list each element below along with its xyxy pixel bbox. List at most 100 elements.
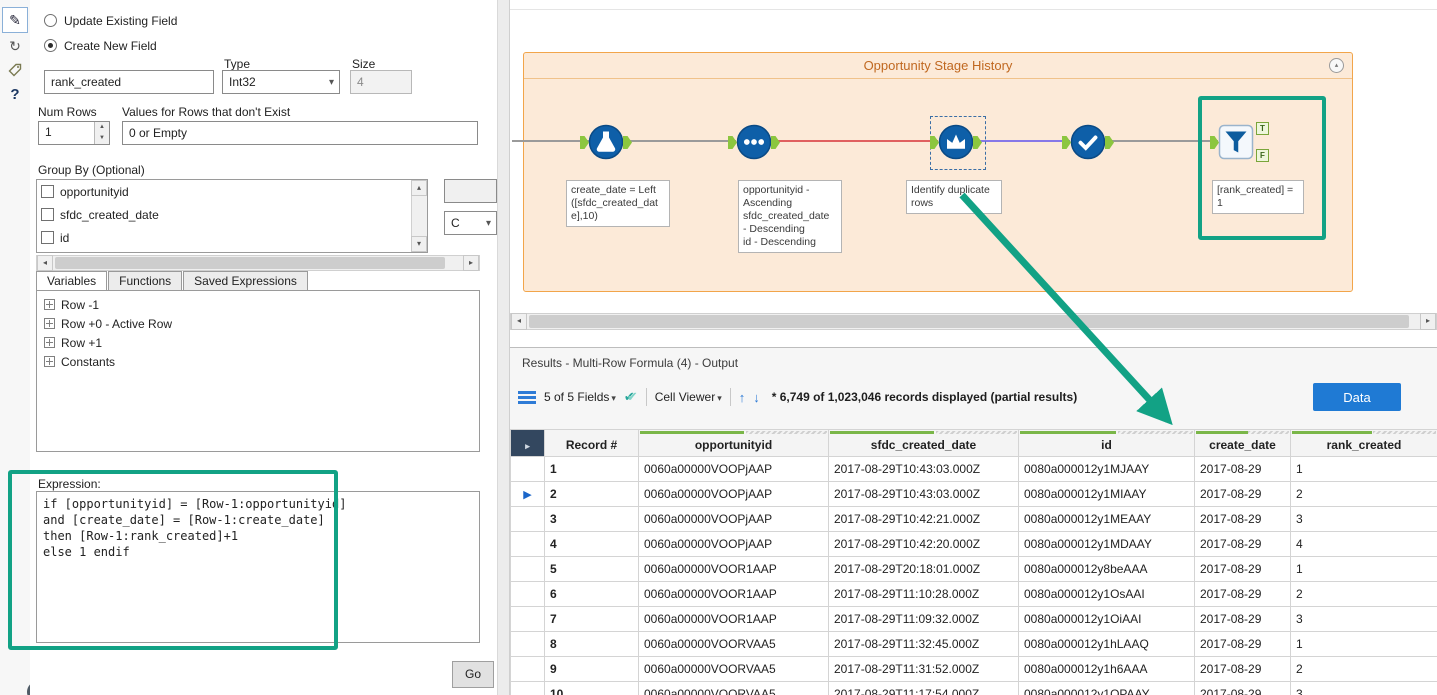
- row-selector[interactable]: ▶: [510, 481, 545, 507]
- data-cell[interactable]: 0080a000012y1MIAAY: [1018, 481, 1195, 507]
- expand-plus-icon[interactable]: [44, 318, 55, 329]
- unique-tool[interactable]: [930, 124, 982, 160]
- data-cell[interactable]: 2017-08-29T10:43:03.000Z: [828, 481, 1019, 507]
- chevron-down-icon[interactable]: ▾: [329, 75, 334, 91]
- data-cell[interactable]: 0060a00000VOOPjAAP: [638, 531, 829, 557]
- expression-editor[interactable]: if [opportunityid] = [Row-1:opportunityi…: [36, 491, 480, 643]
- record-number-cell[interactable]: 4: [544, 531, 639, 557]
- tool-container[interactable]: Opportunity Stage History ▴: [523, 52, 1353, 292]
- data-cell[interactable]: 0060a00000VOOR1AAP: [638, 556, 829, 582]
- data-cell[interactable]: 0080a000012y1hLAAQ: [1018, 631, 1195, 657]
- panel-splitter[interactable]: [497, 0, 510, 695]
- cutoff-dropdown[interactable]: C ▾: [444, 211, 497, 235]
- scroll-up-icon[interactable]: ▴: [411, 180, 427, 196]
- data-cell[interactable]: 2: [1290, 581, 1437, 607]
- data-cell[interactable]: 0080a000012y1MDAAY: [1018, 531, 1195, 557]
- data-cell[interactable]: 2017-08-29T11:17:54.000Z: [828, 681, 1019, 695]
- data-cell[interactable]: 2017-08-29T11:09:32.000Z: [828, 606, 1019, 632]
- refresh-icon[interactable]: ↻: [4, 38, 26, 55]
- data-cell[interactable]: 0080a000012y1OiAAI: [1018, 606, 1195, 632]
- data-cell[interactable]: 2017-08-29T11:10:28.000Z: [828, 581, 1019, 607]
- annotation-sort[interactable]: opportunityid - Ascending sfdc_created_d…: [738, 180, 842, 253]
- data-cell[interactable]: 2017-08-29: [1194, 631, 1291, 657]
- record-number-cell[interactable]: 10: [544, 681, 639, 695]
- sort-tool[interactable]: [728, 124, 780, 160]
- record-number-cell[interactable]: 9: [544, 656, 639, 682]
- column-header-sfdc-created-date[interactable]: sfdc_created_date: [828, 429, 1019, 457]
- data-cell[interactable]: 0080a000012y1h6AAA: [1018, 656, 1195, 682]
- column-header-create-date[interactable]: create_date: [1194, 429, 1291, 457]
- radio-create-new-field[interactable]: Create New Field: [44, 33, 177, 58]
- column-header-record-[interactable]: Record #: [544, 429, 639, 457]
- expand-plus-icon[interactable]: [44, 337, 55, 348]
- group-by-item[interactable]: id: [37, 226, 427, 249]
- tree-item[interactable]: Constants: [37, 352, 479, 371]
- data-cell[interactable]: 0060a00000VOORVAA5: [638, 656, 829, 682]
- canvas-hscrollbar[interactable]: ◂ ▸: [510, 313, 1437, 330]
- data-cell[interactable]: 0080a000012y1OPAAY: [1018, 681, 1195, 695]
- list-view-icon[interactable]: [518, 390, 536, 404]
- data-cell[interactable]: 2: [1290, 481, 1437, 507]
- data-cell[interactable]: 0060a00000VOORVAA5: [638, 631, 829, 657]
- tab-saved-expressions[interactable]: Saved Expressions: [183, 271, 308, 291]
- table-row[interactable]: 9 0060a00000VOORVAA5 2017-08-29T11:31:52.0…: [510, 656, 1437, 682]
- filter-tool[interactable]: T F: [1210, 122, 1269, 162]
- move-down-icon[interactable]: ↓: [753, 390, 760, 405]
- cell-viewer-dropdown[interactable]: Cell Viewer ▾: [655, 390, 722, 404]
- variables-tree[interactable]: Row -1 Row +0 - Active Row Row +1 Constants: [36, 290, 480, 452]
- multi-row-formula-tool[interactable]: [1062, 124, 1114, 160]
- column-header-opportunityid[interactable]: opportunityid: [638, 429, 829, 457]
- tab-functions[interactable]: Functions: [108, 271, 183, 291]
- row-selector[interactable]: [510, 656, 545, 682]
- expand-plus-icon[interactable]: [44, 356, 55, 367]
- record-number-cell[interactable]: 1: [544, 456, 639, 482]
- table-row[interactable]: 5 0060a00000VOOR1AAP 2017-08-29T20:18:01.0…: [510, 556, 1437, 582]
- scroll-left-icon[interactable]: ◂: [511, 313, 527, 330]
- record-number-cell[interactable]: 7: [544, 606, 639, 632]
- data-cell[interactable]: 0080a000012y1MEAAY: [1018, 506, 1195, 532]
- record-number-cell[interactable]: 8: [544, 631, 639, 657]
- type-dropdown[interactable]: Int32 ▾: [222, 70, 340, 94]
- data-cell[interactable]: 2017-08-29: [1194, 656, 1291, 682]
- data-cell[interactable]: 3: [1290, 606, 1437, 632]
- row-selector[interactable]: [510, 681, 545, 695]
- tag-icon[interactable]: [4, 63, 26, 80]
- row-selector[interactable]: [510, 506, 545, 532]
- data-cell[interactable]: 2017-08-29: [1194, 681, 1291, 695]
- annotation-unique[interactable]: Identify duplicate rows: [906, 180, 1002, 214]
- radio-icon[interactable]: [44, 39, 57, 52]
- group-by-listbox[interactable]: opportunityid sfdc_created_date id ▴ ▾: [36, 179, 428, 253]
- table-row[interactable]: 7 0060a00000VOOR1AAP 2017-08-29T11:09:32.0…: [510, 606, 1437, 632]
- data-cell[interactable]: 4: [1290, 531, 1437, 557]
- config-hscrollbar[interactable]: ◂ ▸: [36, 255, 480, 271]
- listbox-scrollbar[interactable]: ▴ ▾: [411, 180, 427, 252]
- data-cell[interactable]: 0080a000012y1MJAAY: [1018, 456, 1195, 482]
- data-cell[interactable]: 2017-08-29: [1194, 456, 1291, 482]
- row-selector[interactable]: [510, 606, 545, 632]
- data-cell[interactable]: 0080a000012y1OsAAI: [1018, 581, 1195, 607]
- data-cell[interactable]: 0080a000012y8beAAA: [1018, 556, 1195, 582]
- group-by-item[interactable]: opportunityid: [37, 180, 427, 203]
- configure-pencil-icon[interactable]: ✎: [2, 7, 28, 33]
- checkbox[interactable]: [41, 231, 54, 244]
- false-output-anchor[interactable]: F: [1256, 149, 1269, 162]
- collapse-container-icon[interactable]: ▴: [1329, 58, 1344, 73]
- scrollbar-thumb[interactable]: [529, 315, 1409, 328]
- table-row[interactable]: 1 0060a00000VOOPjAAP 2017-08-29T10:43:03.0…: [510, 456, 1437, 482]
- column-header-rank-created[interactable]: rank_created: [1290, 429, 1437, 457]
- data-cell[interactable]: 0060a00000VOOPjAAP: [638, 506, 829, 532]
- move-up-icon[interactable]: ↑: [739, 390, 746, 405]
- row-selector[interactable]: [510, 531, 545, 557]
- checkbox[interactable]: [41, 208, 54, 221]
- expand-plus-icon[interactable]: [44, 299, 55, 310]
- table-row[interactable]: 8 0060a00000VOORVAA5 2017-08-29T11:32:45.0…: [510, 631, 1437, 657]
- stepper-arrows-icon[interactable]: ▲ ▼: [94, 122, 109, 144]
- data-cell[interactable]: 1: [1290, 556, 1437, 582]
- data-cell[interactable]: 2017-08-29T10:42:21.000Z: [828, 506, 1019, 532]
- num-rows-stepper[interactable]: 1 ▲ ▼: [38, 121, 110, 145]
- data-cell[interactable]: 2017-08-29: [1194, 506, 1291, 532]
- table-row[interactable]: 3 0060a00000VOOPjAAP 2017-08-29T10:42:21.0…: [510, 506, 1437, 532]
- scroll-down-icon[interactable]: ▾: [411, 236, 427, 252]
- data-cell[interactable]: 2017-08-29: [1194, 481, 1291, 507]
- data-cell[interactable]: 2017-08-29T11:32:45.000Z: [828, 631, 1019, 657]
